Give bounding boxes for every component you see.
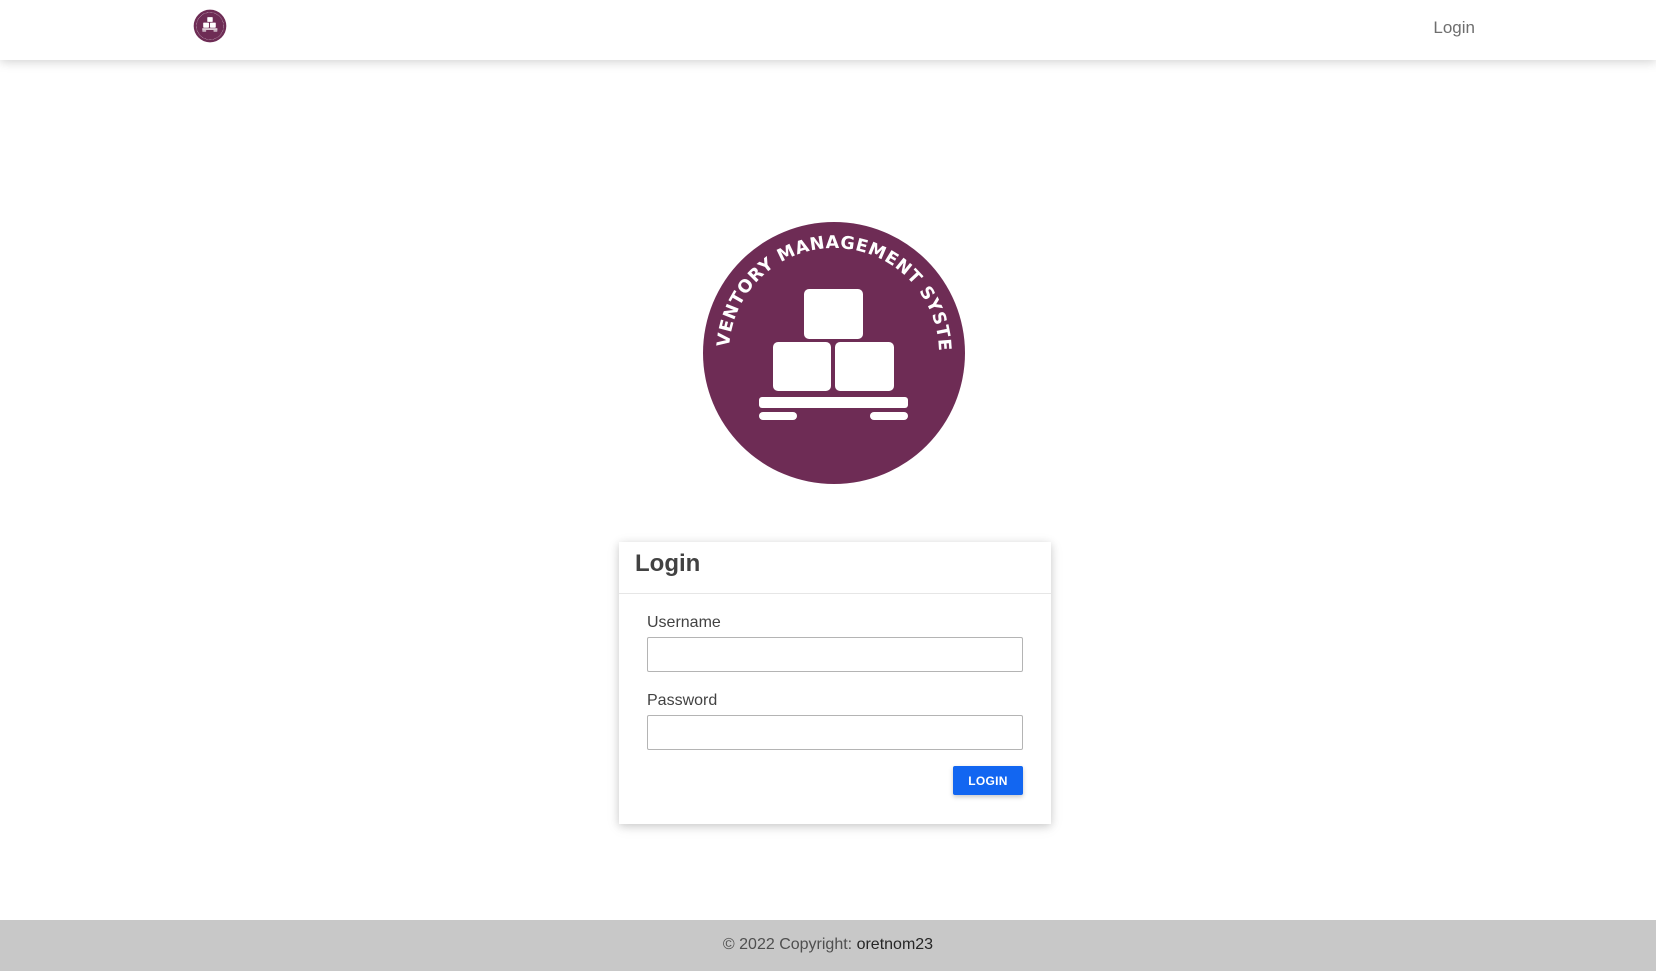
inventory-logo-icon[interactable] <box>193 9 227 43</box>
footer-author-link[interactable]: oretnom23 <box>857 936 934 953</box>
username-label: Username <box>647 614 721 631</box>
password-label: Password <box>647 692 718 709</box>
inventory-system-logo: INVENTORY MANAGEMENT SYSTEM <box>703 222 965 484</box>
form-actions: LOGIN <box>647 766 1023 795</box>
nav-login-link[interactable]: Login <box>1433 18 1475 38</box>
password-field-group: Password <box>647 692 1023 750</box>
username-field-group: Username <box>647 614 1023 672</box>
login-card-title: Login <box>635 550 701 577</box>
login-card-header: Login <box>619 542 1051 594</box>
logo-circle <box>703 222 965 484</box>
login-form: Username Password LOGIN <box>619 594 1051 795</box>
footer: © 2022 Copyright: oretnom23 <box>0 920 1656 971</box>
password-input[interactable] <box>647 715 1023 750</box>
top-navbar: Login <box>0 0 1656 60</box>
username-input[interactable] <box>647 637 1023 672</box>
footer-copyright: © 2022 Copyright: <box>722 936 853 953</box>
login-button[interactable]: LOGIN <box>953 766 1023 795</box>
login-card: Login Username Password LOGIN <box>619 542 1051 824</box>
